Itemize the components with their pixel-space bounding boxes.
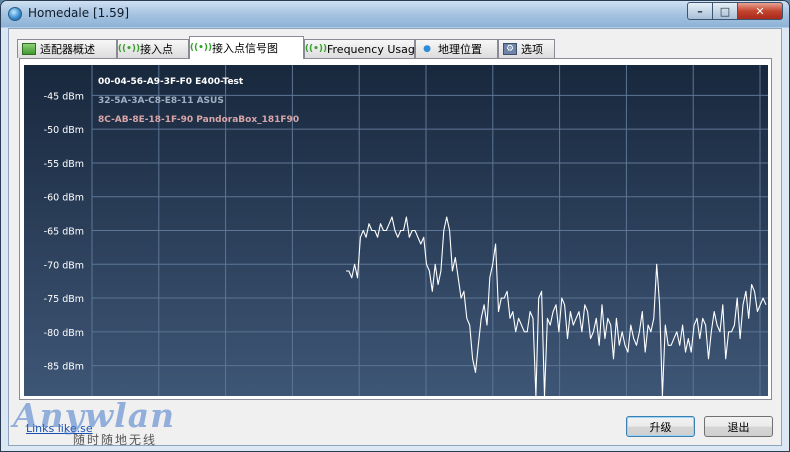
legend-entry: 32-5A-3A-C8-E8-11 ASUS [98,96,224,106]
signal-graph-panel: -45 dBm -50 dBm -55 dBm -60 dBm -65 dBm -70 d… [19,58,772,400]
minimize-icon: – [697,4,703,18]
y-tick-label: -85 dBm [44,362,84,373]
y-tick-label: -70 dBm [44,260,84,271]
watermark-logo: Anywlan [13,396,176,435]
tab-label: 选项 [521,43,543,56]
maximize-icon: □ [719,4,731,18]
tab-signal-graph[interactable]: ((•)) 接入点信号图 [189,36,304,59]
options-icon: ⚙ [503,43,517,55]
close-button[interactable]: ✕ [737,2,783,20]
tab-label: 接入点 [140,43,173,56]
legend-entry: 00-04-56-A9-3F-F0 E400-Test [98,77,244,87]
tab-options[interactable]: ⚙ 选项 [498,39,555,58]
tab-label: 地理位置 [438,43,482,56]
upgrade-button[interactable]: 升级 [626,416,695,437]
maximize-button[interactable]: □ [712,2,738,20]
title-bar[interactable]: Homedale [1.59] – □ ✕ [1,1,789,27]
y-tick-label: -50 dBm [44,125,84,136]
window-title: Homedale [1.59] [28,6,130,20]
map-pin-icon: ● [423,44,431,54]
tab-label: Frequency Usage [327,42,422,56]
y-tick-label: -75 dBm [44,294,84,305]
access-point-icon: ((•)) [189,43,213,53]
tab-access-points[interactable]: ((•)) 接入点 [117,39,189,58]
tab-label: 适配器概述 [40,43,95,56]
tab-adapter-overview[interactable]: 适配器概述 [17,39,117,58]
network-card-icon [22,43,36,55]
app-globe-icon [8,7,22,21]
y-tick-label: -55 dBm [44,159,84,170]
y-tick-label: -80 dBm [44,328,84,339]
access-point-icon: ((•)) [304,44,328,54]
tab-frequency-usage[interactable]: ((•)) Frequency Usage [304,39,422,58]
y-tick-label: -60 dBm [44,193,84,204]
watermark-subtitle: 随时随地无线 [73,433,158,447]
app-window: Homedale [1.59] – □ ✕ 适配器概述 ((•)) 接入点 ((… [0,0,790,452]
legend-entry: 8C-AB-8E-18-1F-90 PandoraBox_181F90 [98,115,299,125]
tab-label: 接入点信号图 [212,42,278,55]
tab-geo-location[interactable]: ● 地理位置 [415,39,498,58]
y-tick-label: -45 dBm [44,91,84,102]
exit-button[interactable]: 退出 [704,416,773,437]
client-area: 适配器概述 ((•)) 接入点 ((•)) 接入点信号图 ((•)) Frequ… [8,28,782,446]
access-point-icon: ((•)) [117,44,141,54]
signal-chart: -45 dBm -50 dBm -55 dBm -60 dBm -65 dBm -70 d… [24,65,768,396]
y-tick-label: -65 dBm [44,227,84,238]
close-icon: ✕ [755,4,765,18]
anywlan-watermark: Anywlan 随时随地无线 [13,396,176,447]
minimize-button[interactable]: – [687,2,713,20]
